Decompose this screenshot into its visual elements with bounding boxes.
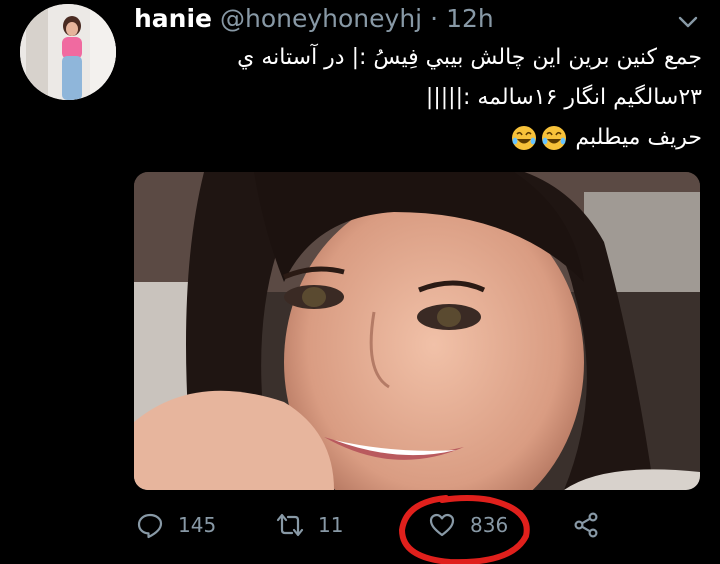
retweet-count: 11 [318, 513, 344, 537]
photo-image [134, 172, 700, 490]
tweet-text-line: حریف میطلبم [132, 118, 702, 158]
separator-dot: · [430, 4, 439, 33]
heart-icon [429, 513, 455, 537]
rofl-emoji-icon [512, 126, 537, 150]
share-button[interactable] [572, 510, 600, 540]
avatar[interactable] [20, 4, 116, 100]
display-name[interactable]: hanie [134, 4, 212, 33]
tweet-photo[interactable] [134, 172, 700, 490]
reply-icon [137, 513, 163, 539]
like-count: 836 [470, 513, 509, 537]
profile-photo-avatar [20, 4, 116, 100]
tweet-text-line: ۲۳سالگیم انگار ۱۶سالمه :||||| [425, 85, 702, 110]
tweet-actions: 145 11 836 [0, 500, 720, 550]
rofl-emoji-icon [542, 126, 567, 150]
user-handle[interactable]: @honeyhoneyhj [220, 4, 422, 33]
emoji-group [510, 124, 568, 152]
tweet-text-line: جمع کنین برین این چالش بیبي فِیسُ :| در … [237, 45, 702, 70]
timestamp[interactable]: 12h [446, 4, 494, 33]
tweet-text: جمع کنین برین این چالش بیبي فِیسُ :| در … [132, 38, 702, 158]
reply-count: 145 [178, 513, 217, 537]
chevron-down-icon[interactable] [676, 12, 700, 32]
reply-button[interactable]: 145 [136, 510, 216, 540]
like-button[interactable]: 836 [428, 510, 508, 540]
retweet-icon [276, 513, 304, 537]
retweet-button[interactable]: 11 [276, 510, 343, 540]
share-icon [574, 512, 598, 538]
tweet-header: hanie @honeyhoneyhj · 12h [134, 4, 494, 38]
